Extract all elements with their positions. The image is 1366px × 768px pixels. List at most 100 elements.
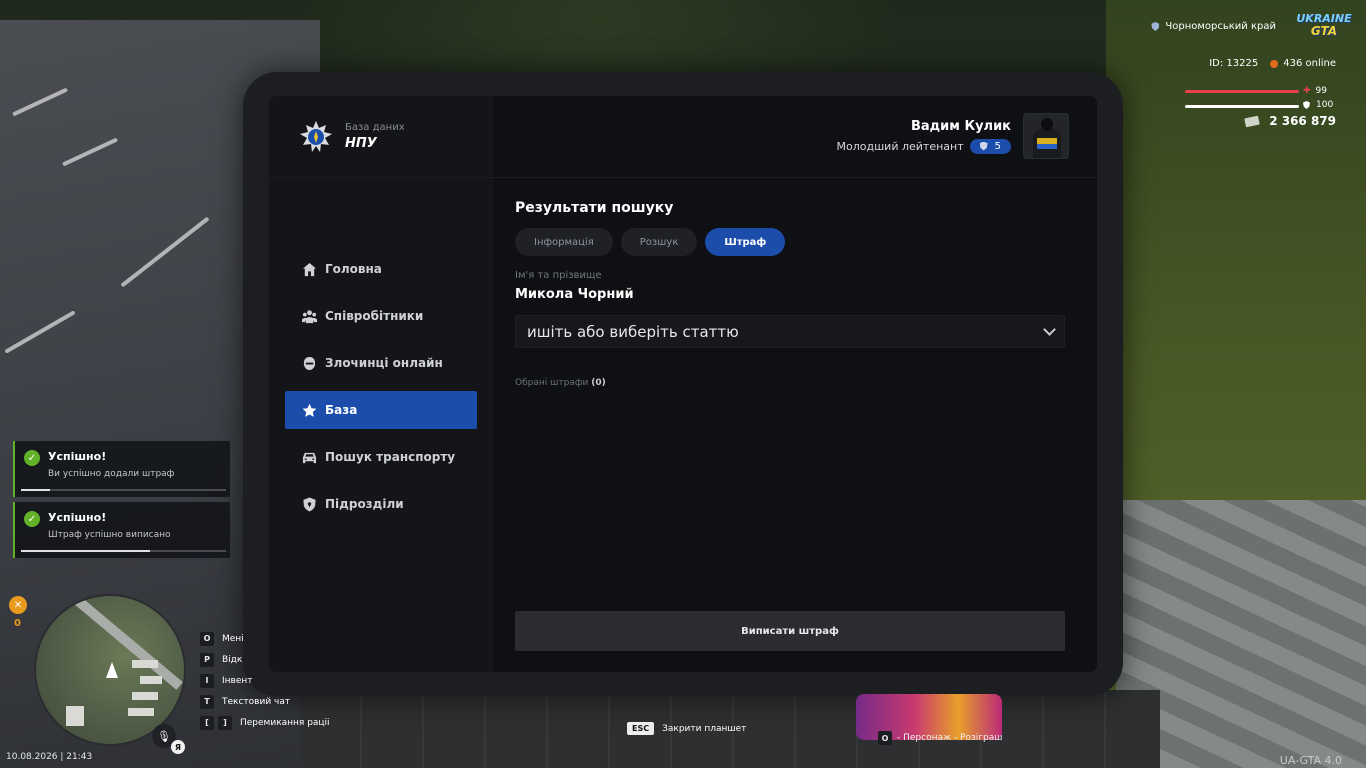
sidebar-nav: Головна Співробітники Злочинці онлайн Ба…: [285, 250, 477, 532]
police-emblem-icon: [299, 120, 333, 154]
sidebar: База даних НПУ Головна Співробітники Зло…: [269, 96, 493, 672]
notification-title: Успішно!: [48, 511, 107, 524]
close-tablet-label: Закрити планшет: [662, 723, 747, 734]
sidebar-item-database[interactable]: База: [285, 391, 477, 429]
keybind-label: Інвент: [222, 675, 253, 686]
sidebar-item-label: Співробітники: [325, 309, 424, 323]
criminal-icon: [301, 355, 317, 371]
close-tablet-hint: ESC Закрити планшет: [627, 722, 746, 735]
key-cap: T: [200, 694, 214, 709]
brand: База даних НПУ: [269, 96, 493, 178]
user-rank: Молодший лейтенант: [836, 139, 964, 153]
tablet-screen: База даних НПУ Головна Співробітники Зло…: [269, 96, 1097, 672]
avatar: [1023, 113, 1069, 159]
brand-subtitle: База даних: [345, 122, 405, 133]
health-icon: ✚: [1303, 86, 1311, 96]
notification-title: Успішно!: [48, 450, 107, 463]
sidebar-item-staff[interactable]: Співробітники: [285, 297, 477, 335]
key-cap: [: [200, 715, 214, 730]
key-cap: ]: [218, 715, 232, 730]
key-cap: O: [878, 731, 892, 745]
notification-success: ✓ Успішно! Штраф успішно виписано: [13, 502, 230, 558]
keybind-label: Текстовий чат: [222, 696, 291, 707]
region-icon: [1151, 22, 1160, 31]
staff-icon: [301, 308, 317, 324]
name-value: Микола Чорний: [515, 287, 634, 302]
search-results: Результати пошуку Інформація Розшук Штра…: [515, 200, 1065, 388]
notification-timer: [21, 550, 226, 552]
sidebar-item-label: Злочинці онлайн: [325, 356, 443, 370]
promo-label: - Персонаж - Розіграш: [897, 733, 1003, 743]
game-version: UA-GTA 4.0: [1279, 754, 1342, 767]
sidebar-item-divisions[interactable]: Підрозділи: [285, 485, 477, 523]
check-icon: ✓: [24, 450, 40, 466]
tab-fine[interactable]: Штраф: [705, 228, 786, 256]
health-label: ✚ 99: [1303, 86, 1327, 96]
user-profile: Вадим Кулик Молодший лейтенант 5: [837, 113, 1069, 159]
sidebar-item-label: Пошук транспорту: [325, 450, 456, 464]
article-select[interactable]: ишіть або виберіть статтю: [515, 315, 1065, 348]
armor-icon: [1303, 101, 1310, 109]
hud-region: Чорноморський край: [1151, 21, 1276, 32]
chosen-fines-count: (0): [591, 378, 606, 388]
article-select-placeholder: ишіть або виберіть статтю: [527, 322, 739, 341]
check-icon: ✓: [24, 511, 40, 527]
rank-badge: 5: [969, 138, 1011, 154]
chevron-down-icon: [1043, 322, 1056, 336]
money-display: 2 366 879: [1244, 114, 1336, 128]
sidebar-item-vehicle-search[interactable]: Пошук транспорту: [285, 438, 477, 476]
tools-count: 0: [14, 618, 21, 629]
player-arrow-icon: [106, 662, 118, 678]
rank-shield-icon: [979, 141, 988, 151]
logo-bottom: GTA: [1310, 24, 1338, 38]
user-name: Вадим Кулик: [911, 118, 1011, 134]
online-icon: [1270, 59, 1279, 68]
hud-id-online: ID: 13225 436 online: [1209, 58, 1336, 69]
tab-wanted[interactable]: Розшук: [620, 228, 698, 256]
car-icon: [301, 449, 317, 465]
keybind-row: P Відк: [200, 649, 330, 670]
key-cap: I: [200, 673, 214, 688]
shield-icon: [301, 496, 317, 512]
date-time: 10.08.2026 | 21:43: [6, 752, 93, 762]
sidebar-item-label: Головна: [325, 262, 382, 276]
esc-key-cap: ESC: [627, 722, 655, 735]
keybind-row: O Мені: [200, 628, 330, 649]
star-icon: [301, 402, 317, 418]
notification-timer: [21, 489, 226, 491]
chosen-fines: Обрані штрафи (0): [515, 378, 1065, 388]
police-tablet: База даних НПУ Головна Співробітники Зло…: [243, 72, 1123, 696]
sidebar-item-criminals-online[interactable]: Злочинці онлайн: [285, 344, 477, 382]
section-title: Результати пошуку: [515, 200, 674, 216]
name-label: Ім'я та прізвище: [515, 270, 602, 281]
user-rank-row: Молодший лейтенант 5: [836, 138, 1011, 154]
money-value: 2 366 879: [1269, 114, 1336, 128]
sidebar-item-label: База: [325, 403, 358, 417]
armor-bar: [1185, 105, 1299, 108]
keybind-row: I Інвент: [200, 670, 330, 691]
health-value: 99: [1315, 86, 1327, 96]
sidebar-item-label: Підрозділи: [325, 497, 404, 511]
health-bar: [1185, 90, 1299, 93]
tools-icon: ✕: [9, 596, 27, 614]
result-tabs: Інформація Розшук Штраф: [515, 228, 1065, 256]
brand-title: НПУ: [345, 136, 377, 151]
server-logo: UKRAINE GTA: [1294, 12, 1354, 42]
keybind-row: [ ] Перемикання раціі: [200, 712, 330, 733]
keyboard-layout: Я: [171, 740, 185, 754]
promo-hint: O - Персонаж - Розіграш: [878, 731, 1002, 745]
player-id: ID: 13225: [1209, 58, 1259, 69]
tab-information[interactable]: Інформація: [515, 228, 613, 256]
notification-success: ✓ Успішно! Ви успішно додали штраф: [13, 441, 230, 497]
keybind-list: O Мені P Відк I Інвент T Текстовий чат […: [200, 628, 330, 733]
sidebar-item-home[interactable]: Головна: [285, 250, 477, 288]
chosen-fines-label: Обрані штрафи: [515, 378, 589, 388]
keybind-label: Відк: [222, 654, 243, 665]
topbar: Вадим Кулик Молодший лейтенант 5: [493, 96, 1097, 178]
online-count: 436 online: [1283, 58, 1336, 69]
issue-fine-button[interactable]: Виписати штраф: [515, 611, 1065, 651]
key-cap: P: [200, 652, 214, 667]
home-icon: [301, 261, 317, 277]
notification-text: Ви успішно додали штраф: [48, 469, 175, 479]
main-panel: Вадим Кулик Молодший лейтенант 5 Результ…: [493, 96, 1097, 672]
